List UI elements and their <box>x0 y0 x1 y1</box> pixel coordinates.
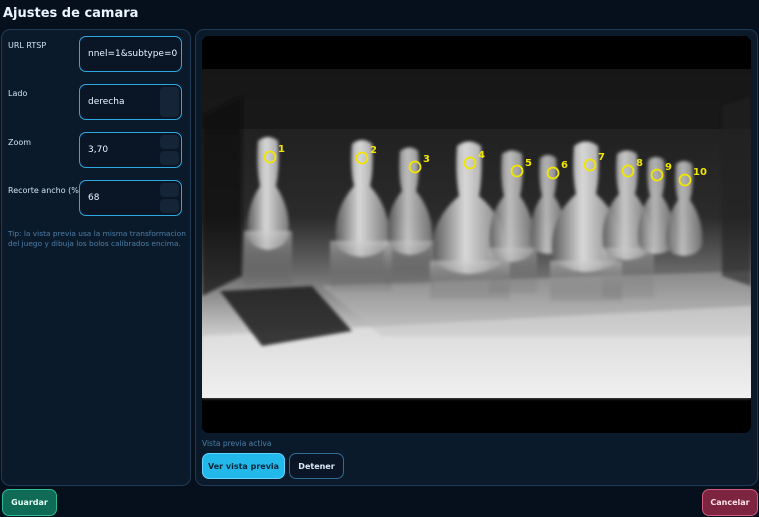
camera-preview: 1 2 3 4 5 6 7 8 9 10 <box>202 36 751 433</box>
crop-width-label: Recorte ancho (%) <box>8 186 83 195</box>
rtsp-url-value: nnel=1&subtype=0 <box>88 49 178 59</box>
cancel-button[interactable]: Cancelar <box>702 489 758 516</box>
side-select-value: derecha <box>88 97 125 107</box>
pin-marker-label-7: 7 <box>598 152 605 163</box>
dialog-title: Ajustes de camara <box>3 6 139 21</box>
zoom-stepper[interactable]: 3,70 <box>79 132 182 168</box>
crop-width-decrement-button[interactable] <box>160 199 179 213</box>
side-select-dropdown-toggle[interactable] <box>160 87 179 117</box>
pin-marker-label-2: 2 <box>370 145 377 156</box>
pin-marker-label-4: 4 <box>478 150 485 161</box>
zoom-label: Zoom <box>8 138 32 147</box>
stop-preview-button[interactable]: Detener <box>289 453 344 479</box>
crop-width-increment-button[interactable] <box>160 183 179 197</box>
zoom-increment-button[interactable] <box>160 135 179 149</box>
zoom-value: 3,70 <box>88 145 109 155</box>
save-button[interactable]: Guardar <box>2 489 57 516</box>
rtsp-url-input[interactable]: nnel=1&subtype=0 <box>79 36 182 72</box>
camera-preview-image: 1 2 3 4 5 6 7 8 9 10 <box>202 36 751 433</box>
rtsp-url-label: URL RTSP <box>8 41 47 50</box>
preview-tip: Tip: la vista previa usa la misma transf… <box>8 229 186 248</box>
pin-marker-label-1: 1 <box>278 144 285 155</box>
start-preview-button[interactable]: Ver vista previa <box>202 453 285 479</box>
pin-marker-label-10: 10 <box>693 167 707 178</box>
pin-marker-label-3: 3 <box>423 154 430 165</box>
side-select[interactable]: derecha <box>79 84 182 120</box>
zoom-decrement-button[interactable] <box>160 151 179 165</box>
crop-width-stepper[interactable]: 68 <box>79 180 182 216</box>
pin-marker-label-6: 6 <box>561 160 568 171</box>
side-label: Lado <box>8 89 28 98</box>
pin-marker-label-5: 5 <box>525 158 532 169</box>
pin-marker-label-8: 8 <box>636 158 643 169</box>
pin-marker-label-9: 9 <box>665 162 672 173</box>
crop-width-value: 68 <box>88 193 100 203</box>
preview-status: Vista previa activa <box>202 439 272 448</box>
